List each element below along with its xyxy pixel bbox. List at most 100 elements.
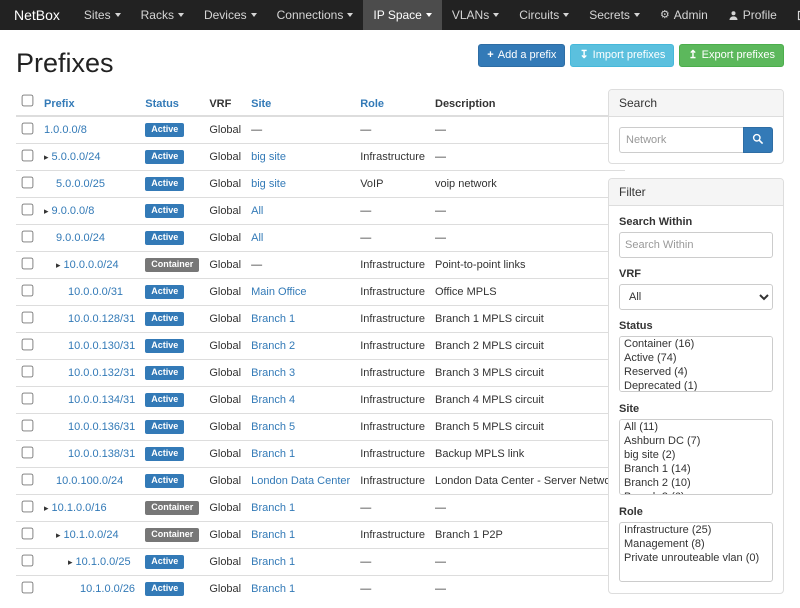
export-prefixes-button[interactable]: ↥ Export prefixes xyxy=(679,44,784,67)
add-prefix-button[interactable]: + Add a prefix xyxy=(478,44,565,67)
search-button[interactable] xyxy=(743,127,773,153)
prefix-link[interactable]: 10.1.0.0/16 xyxy=(52,502,107,514)
site-link[interactable]: Branch 3 xyxy=(251,367,295,379)
nav-items: SitesRacksDevicesConnectionsIP SpaceVLAN… xyxy=(74,0,650,30)
row-checkbox[interactable] xyxy=(22,150,34,162)
site-link[interactable]: Branch 1 xyxy=(251,556,295,568)
filter-option[interactable]: Branch 1 (14) xyxy=(620,462,772,476)
nav-item-profile[interactable]: Profile xyxy=(718,0,787,30)
column-header-prefix[interactable]: Prefix xyxy=(39,89,140,116)
nav-item-ip-space[interactable]: IP Space xyxy=(363,0,441,30)
table-row: 10.0.0.128/31ActiveGlobalBranch 1Infrast… xyxy=(16,306,625,333)
nav-item-devices[interactable]: Devices xyxy=(194,0,267,30)
prefix-link[interactable]: 10.1.0.0/26 xyxy=(80,583,135,595)
prefix-link[interactable]: 10.1.0.0/25 xyxy=(76,556,131,568)
prefix-link[interactable]: 10.0.0.130/31 xyxy=(68,340,135,352)
site-link[interactable]: Branch 1 xyxy=(251,529,295,541)
site-link[interactable]: Branch 5 xyxy=(251,421,295,433)
prefix-link[interactable]: 10.0.100.0/24 xyxy=(56,475,123,487)
column-header-role[interactable]: Role xyxy=(355,89,430,116)
role-filter-list[interactable]: Infrastructure (25)Management (8)Private… xyxy=(619,522,773,582)
prefix-link[interactable]: 10.0.0.134/31 xyxy=(68,394,135,406)
site-link[interactable]: Branch 2 xyxy=(251,340,295,352)
nav-item-sites[interactable]: Sites xyxy=(74,0,131,30)
site-link[interactable]: big site xyxy=(251,178,286,190)
site-filter-list[interactable]: All (11)Ashburn DC (7)big site (2)Branch… xyxy=(619,419,773,495)
site-link[interactable]: big site xyxy=(251,151,286,163)
column-header-status[interactable]: Status xyxy=(140,89,204,116)
row-checkbox[interactable] xyxy=(22,420,34,432)
nav-item-logout[interactable]: Log out xyxy=(787,0,800,30)
site-link[interactable]: Branch 1 xyxy=(251,448,295,460)
prefix-link[interactable]: 5.0.0.0/24 xyxy=(52,151,101,163)
column-header-site[interactable]: Site xyxy=(246,89,355,116)
vrf-select[interactable]: All xyxy=(619,284,773,310)
row-checkbox[interactable] xyxy=(22,285,34,297)
status-badge: Active xyxy=(145,582,184,596)
filter-option[interactable]: All (11) xyxy=(620,420,772,434)
status-filter-list[interactable]: Container (16)Active (74)Reserved (4)Dep… xyxy=(619,336,773,392)
prefix-link[interactable]: 10.1.0.0/24 xyxy=(64,529,119,541)
search-panel: Search xyxy=(608,89,784,164)
row-checkbox[interactable] xyxy=(22,528,34,540)
filter-option[interactable]: Management (8) xyxy=(620,537,772,551)
prefix-link[interactable]: 10.0.0.132/31 xyxy=(68,367,135,379)
filter-option[interactable]: Active (74) xyxy=(620,351,772,365)
filter-option[interactable]: Branch 2 (10) xyxy=(620,476,772,490)
nav-item-circuits[interactable]: Circuits xyxy=(509,0,579,30)
row-checkbox[interactable] xyxy=(22,312,34,324)
prefix-link[interactable]: 5.0.0.0/25 xyxy=(56,178,105,190)
nav-item-secrets[interactable]: Secrets xyxy=(579,0,650,30)
filter-option[interactable]: Private unrouteable vlan (0) xyxy=(620,551,772,565)
nav-item-connections[interactable]: Connections xyxy=(267,0,364,30)
row-checkbox[interactable] xyxy=(22,204,34,216)
site-link[interactable]: Main Office xyxy=(251,286,306,298)
filter-option[interactable]: Reserved (4) xyxy=(620,365,772,379)
site-link[interactable]: All xyxy=(251,205,263,217)
nav-item-racks[interactable]: Racks xyxy=(131,0,194,30)
prefix-link[interactable]: 9.0.0.0/8 xyxy=(52,205,95,217)
export-prefixes-label: Export prefixes xyxy=(702,49,775,62)
prefix-link[interactable]: 10.0.0.128/31 xyxy=(68,313,135,325)
prefix-link[interactable]: 9.0.0.0/24 xyxy=(56,232,105,244)
row-checkbox[interactable] xyxy=(22,393,34,405)
brand-link[interactable]: NetBox xyxy=(0,0,74,30)
row-checkbox[interactable] xyxy=(22,447,34,459)
prefix-link[interactable]: 10.0.0.136/31 xyxy=(68,421,135,433)
nav-item-vlans[interactable]: VLANs xyxy=(442,0,509,30)
prefix-link[interactable]: 10.0.0.138/31 xyxy=(68,448,135,460)
row-checkbox[interactable] xyxy=(22,339,34,351)
site-link[interactable]: All xyxy=(251,232,263,244)
row-checkbox[interactable] xyxy=(22,366,34,378)
row-checkbox[interactable] xyxy=(22,123,34,135)
prefix-link[interactable]: 10.0.0.0/31 xyxy=(68,286,123,298)
select-all-checkbox[interactable] xyxy=(22,95,34,107)
row-checkbox[interactable] xyxy=(22,231,34,243)
row-checkbox[interactable] xyxy=(22,177,34,189)
import-icon: ↧ xyxy=(579,50,588,61)
description-cell: — xyxy=(430,198,625,225)
search-within-input[interactable] xyxy=(619,232,773,258)
filter-option[interactable]: big site (2) xyxy=(620,448,772,462)
row-checkbox[interactable] xyxy=(22,582,34,594)
table-row: 9.0.0.0/24ActiveGlobalAll—— xyxy=(16,225,625,252)
filter-option[interactable]: Infrastructure (25) xyxy=(620,523,772,537)
filter-option[interactable]: Branch 3 (6) xyxy=(620,490,772,495)
site-link[interactable]: London Data Center xyxy=(251,475,350,487)
site-link[interactable]: Branch 1 xyxy=(251,583,295,595)
row-checkbox[interactable] xyxy=(22,258,34,270)
site-link[interactable]: Branch 4 xyxy=(251,394,295,406)
filter-option[interactable]: Ashburn DC (7) xyxy=(620,434,772,448)
filter-option[interactable]: Container (16) xyxy=(620,337,772,351)
prefix-link[interactable]: 10.0.0.0/24 xyxy=(64,259,119,271)
site-link[interactable]: Branch 1 xyxy=(251,502,295,514)
nav-item-admin[interactable]: ⚙ Admin xyxy=(650,0,718,30)
row-checkbox[interactable] xyxy=(22,555,34,567)
search-input[interactable] xyxy=(619,127,743,153)
prefix-link[interactable]: 1.0.0.0/8 xyxy=(44,124,87,136)
top-navbar: NetBox SitesRacksDevicesConnectionsIP Sp… xyxy=(0,0,800,30)
import-prefixes-button[interactable]: ↧ Import prefixes xyxy=(570,44,674,67)
site-link[interactable]: Branch 1 xyxy=(251,313,295,325)
filter-option[interactable]: Deprecated (1) xyxy=(620,379,772,392)
row-checkbox[interactable] xyxy=(22,474,34,486)
